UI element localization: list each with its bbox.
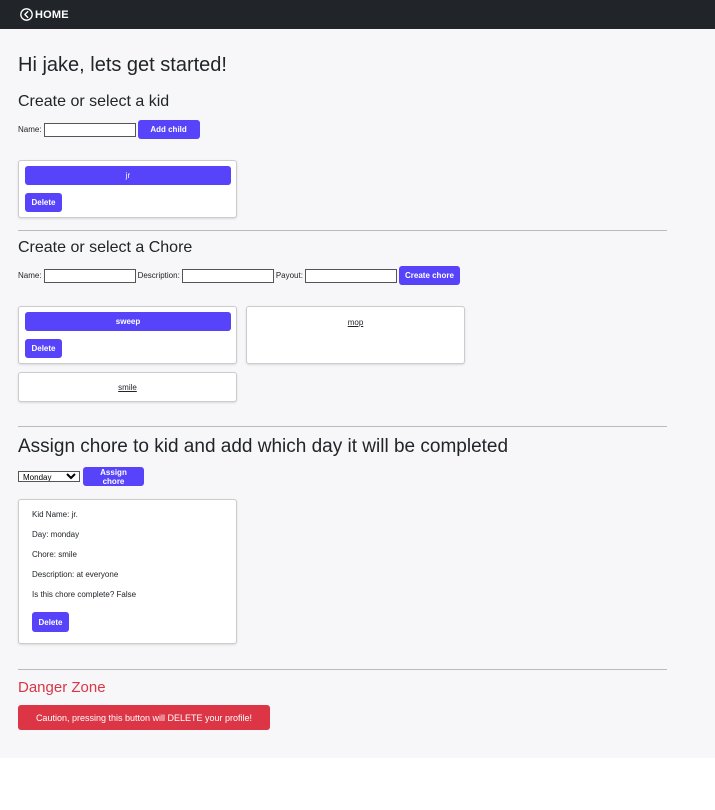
add-kid-form: Name: Add child: [18, 120, 200, 139]
day-select[interactable]: Monday: [18, 471, 80, 482]
create-chore-form: Name: Description: Payout: Create chore: [18, 266, 460, 285]
assignment-delete-button[interactable]: Delete: [32, 612, 69, 632]
add-child-button[interactable]: Add child: [137, 120, 200, 139]
chore-payout-input[interactable]: [304, 268, 397, 283]
divider: [18, 230, 667, 231]
chore-name-label: Name:: [18, 271, 42, 280]
kid-card: jr Delete: [18, 160, 237, 218]
chore-card: mop: [246, 306, 465, 364]
chore-card: smile: [18, 372, 237, 402]
chore-description-input[interactable]: [181, 268, 274, 283]
chore-link[interactable]: smile: [19, 383, 236, 392]
divider: [18, 426, 667, 427]
kids-heading: Create or select a kid: [18, 93, 170, 110]
chore-select-button[interactable]: sweep: [25, 312, 231, 331]
chore-payout-label: Payout:: [275, 271, 303, 280]
home-label: HOME: [35, 8, 69, 21]
assignment-chore: Chore: smile: [32, 550, 77, 559]
kid-select-button[interactable]: jr: [25, 166, 231, 185]
home-link[interactable]: HOME: [20, 8, 69, 21]
assignment-card: Kid Name: jr. Day: monday Chore: smile D…: [18, 499, 237, 644]
assignment-complete-status: Is this chore complete? False: [32, 590, 137, 599]
kid-delete-button[interactable]: Delete: [25, 193, 62, 212]
kid-name-input[interactable]: [43, 122, 136, 137]
danger-zone-heading: Danger Zone: [18, 679, 106, 696]
main-content: Hi jake, lets get started! Create or sel…: [0, 29, 715, 758]
assignment-kid-name: Kid Name: jr.: [32, 510, 78, 519]
chores-heading: Create or select a Chore: [18, 239, 193, 256]
assignment-day: Day: monday: [32, 530, 80, 539]
chore-delete-button[interactable]: Delete: [25, 339, 62, 358]
chore-card: sweep Delete: [18, 306, 237, 364]
kid-name-label: Name:: [18, 125, 42, 134]
assign-heading: Assign chore to kid and add which day it…: [18, 436, 509, 457]
top-navbar: HOME: [0, 0, 715, 29]
divider: [18, 669, 667, 670]
chore-description-label: Description:: [137, 271, 180, 280]
delete-profile-button[interactable]: Caution, pressing this button will DELET…: [18, 705, 270, 730]
assignment-description: Description: at everyone: [32, 570, 119, 579]
page-title: Hi jake, lets get started!: [18, 54, 227, 76]
assign-chore-button[interactable]: Assign chore: [83, 467, 144, 486]
back-arrow-icon: [20, 8, 33, 21]
chore-link[interactable]: mop: [247, 318, 464, 327]
assign-form: Monday Assign chore: [18, 467, 144, 486]
create-chore-button[interactable]: Create chore: [398, 266, 460, 285]
chore-name-input[interactable]: [43, 268, 136, 283]
